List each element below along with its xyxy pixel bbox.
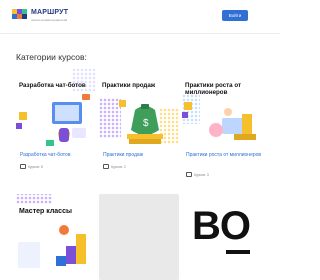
logo-subtitle: школа онлайн-профессий: [31, 18, 68, 22]
masterclass-illustration-icon: [18, 225, 86, 268]
course-image[interactable]: BO: [182, 194, 262, 280]
course-name[interactable]: Практики роста от миллионеров: [186, 152, 261, 158]
course-card-placeholder[interactable]: [99, 194, 179, 280]
page-title: Категории курсов:: [16, 52, 87, 62]
login-button[interactable]: Войти: [222, 10, 248, 21]
course-name[interactable]: Практики продаж: [103, 152, 143, 158]
book-icon: [20, 164, 26, 169]
course-card-bo[interactable]: BO: [182, 194, 262, 280]
course-card-sales[interactable]: Практики продаж $ Практики продаж Курсов…: [99, 68, 179, 180]
course-count: Курсов: 2: [111, 165, 126, 169]
course-image[interactable]: Практики роста от миллионеров: [182, 68, 262, 148]
book-icon: [186, 172, 192, 177]
book-icon: [103, 164, 109, 169]
course-card-chatbots[interactable]: Разработка чат-ботов Разработка чат-бото…: [16, 68, 96, 180]
course-image[interactable]: Практики продаж $: [99, 68, 179, 148]
money-bag-icon: $: [119, 100, 163, 144]
course-card-masterclass[interactable]: Мастер классы: [16, 194, 96, 280]
course-card-growth[interactable]: Практики роста от миллионеров Практики р…: [182, 68, 262, 180]
course-count: Курсов: 8: [28, 165, 43, 169]
course-image[interactable]: Мастер классы: [16, 194, 96, 280]
site-header: МАРШРУТ школа онлайн-профессий Войти: [0, 0, 280, 34]
course-name[interactable]: Разработка чат-ботов: [20, 152, 70, 158]
bo-logo: BO: [192, 204, 251, 248]
chatbot-illustration-icon: [16, 94, 90, 146]
course-image[interactable]: [99, 194, 179, 280]
course-count: Курсов: 3: [194, 173, 209, 177]
svg-text:$: $: [143, 118, 149, 129]
course-image[interactable]: Разработка чат-ботов: [16, 68, 96, 148]
bo-underline: [226, 250, 250, 254]
logo-text[interactable]: МАРШРУТ: [31, 9, 68, 16]
logo-icon[interactable]: [12, 9, 28, 23]
growth-illustration-icon: [182, 102, 256, 140]
